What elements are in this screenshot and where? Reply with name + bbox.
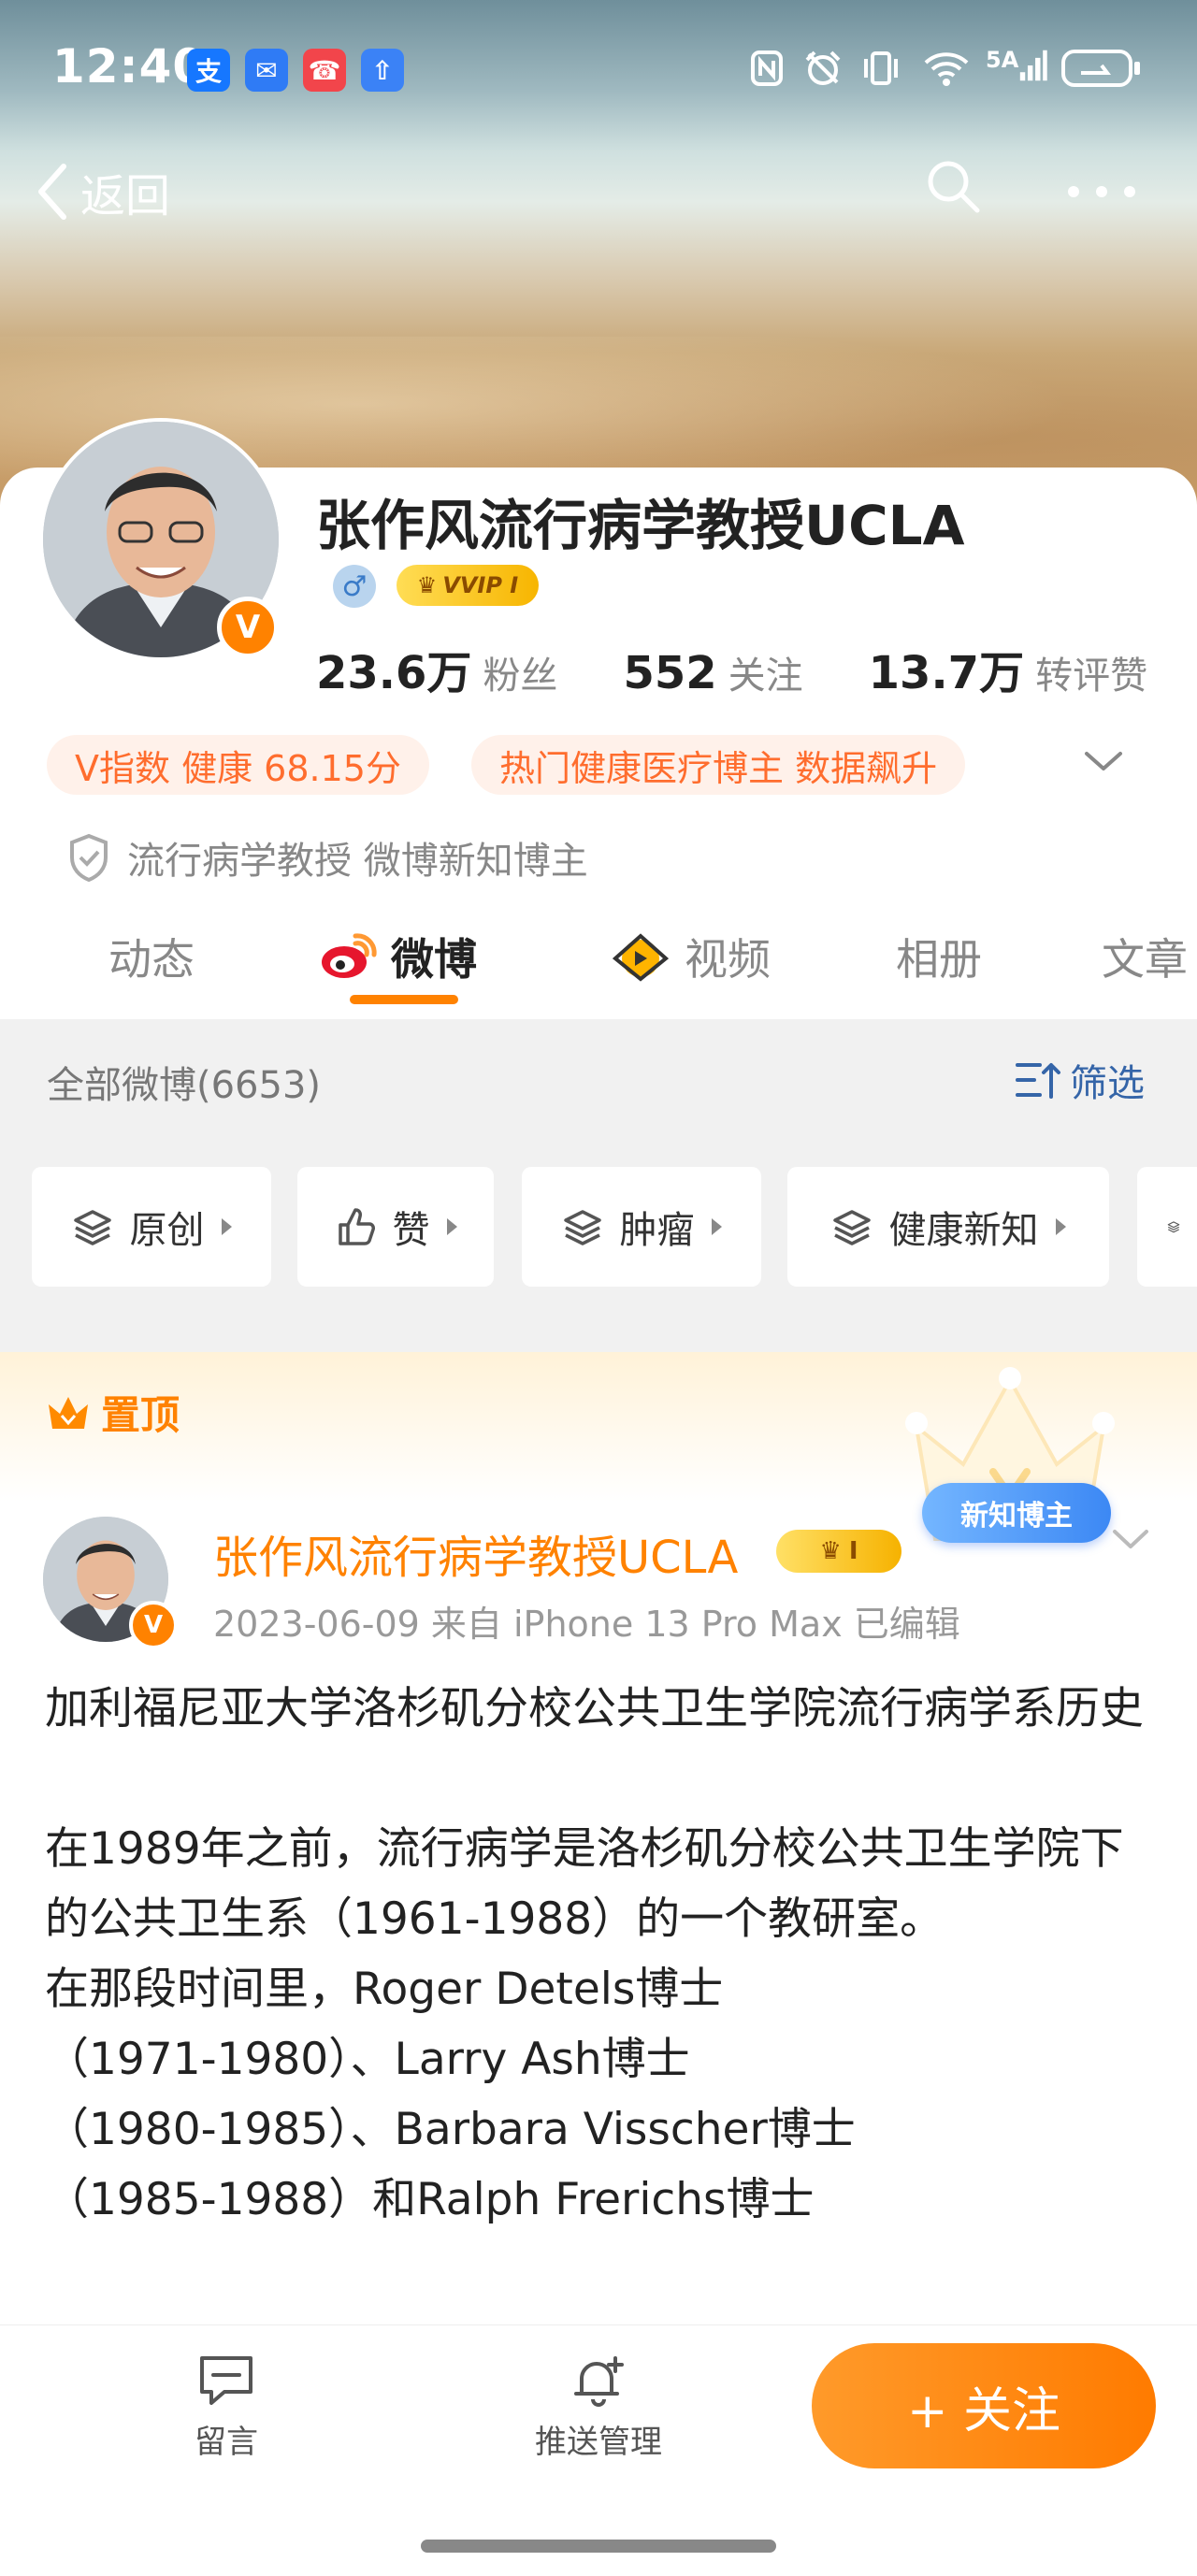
nfc-icon — [748, 47, 786, 90]
tab-album[interactable]: 相册 — [896, 926, 982, 987]
post-author-name[interactable]: 张作风流行病学教授UCLA — [213, 1520, 738, 1586]
interactions-stat[interactable]: 13.7万 转评赞 — [869, 636, 1147, 701]
crown-icon: ♛ — [819, 1537, 842, 1565]
shield-check-icon — [70, 833, 108, 882]
followers-stat[interactable]: 23.6万 粉丝 — [316, 636, 557, 701]
followers-count: 23.6万 — [316, 647, 472, 699]
tab-weibo[interactable]: 微博 — [318, 926, 477, 987]
layers-icon — [563, 1210, 601, 1245]
push-label: 推送管理 — [535, 2424, 662, 2461]
verification-text: 流行病学教授 微博新知博主 — [127, 840, 588, 883]
alarm-off-icon — [802, 47, 844, 90]
interactions-count: 13.7万 — [868, 647, 1025, 699]
missed-call-notification-icon: ☎ — [303, 49, 346, 92]
filter-chip-label: 原创 — [129, 1209, 205, 1252]
filter-chip-likes[interactable]: 赞 — [297, 1167, 494, 1287]
pinned-text: 置顶 — [101, 1392, 180, 1438]
post-author-level-badge: ♛ I — [776, 1530, 901, 1573]
filter-sort-icon — [1016, 1063, 1060, 1099]
filter-chip-tumor[interactable]: 肿瘤 — [522, 1167, 761, 1287]
profile-tabs: 动态 微博 视频 相册 文章 — [0, 898, 1197, 1019]
vibrate-icon — [860, 47, 901, 90]
vvip-badge[interactable]: ♛ VVIP I — [397, 565, 539, 606]
tab-video-label: 视频 — [685, 934, 771, 985]
profile-stats: 23.6万 粉丝 552 关注 13.7万 转评赞 — [316, 636, 1147, 699]
expand-arrow-icon — [221, 1218, 232, 1235]
filter-chip-label: 健康新知 — [888, 1209, 1039, 1252]
comment-label: 留言 — [195, 2424, 258, 2461]
filter-chip-more[interactable] — [1137, 1167, 1197, 1287]
comment-button[interactable]: 留言 — [133, 2353, 320, 2462]
wifi-icon — [922, 47, 971, 90]
hot-blogger-chip[interactable]: 热门健康医疗博主 数据飙升 — [471, 735, 966, 795]
search-icon[interactable] — [924, 157, 982, 215]
status-bar: 12:40 支 ✉ ☎ ⇧ 5A — [0, 0, 1197, 140]
cellular-signal-icon: 5A — [986, 47, 1047, 90]
filter-button[interactable]: 筛选 — [1014, 1053, 1145, 1107]
following-label: 关注 — [728, 655, 803, 698]
post-verified-badge: V — [129, 1601, 178, 1649]
following-count: 552 — [623, 647, 717, 699]
filter-chip-health-knowledge[interactable]: 健康新知 — [787, 1167, 1109, 1287]
tab-video[interactable]: 视频 — [608, 926, 771, 987]
message-bubble-icon — [200, 2356, 252, 2405]
follow-button[interactable]: + 关注 — [812, 2343, 1156, 2468]
pinned-label: 置顶 — [45, 1384, 180, 1441]
push-management-button[interactable]: 推送管理 — [505, 2353, 692, 2462]
layers-icon — [832, 1210, 871, 1245]
video-play-icon — [612, 933, 670, 982]
back-label: 返回 — [80, 170, 171, 223]
followers-label: 粉丝 — [483, 655, 558, 698]
filter-chip-label: 肿瘤 — [619, 1209, 695, 1252]
following-stat[interactable]: 552 关注 — [623, 645, 802, 699]
verification-info: 流行病学教授 微博新知博主 — [67, 830, 588, 885]
bell-plus-icon — [574, 2356, 624, 2407]
expand-arrow-icon — [711, 1218, 722, 1235]
crown-icon — [49, 1396, 88, 1429]
more-options-icon[interactable] — [1064, 182, 1139, 201]
tab-weibo-label: 微博 — [391, 934, 477, 985]
expand-arrow-icon — [1055, 1218, 1066, 1235]
upload-notification-icon: ⇧ — [361, 49, 404, 92]
battery-icon — [1059, 47, 1145, 90]
filter-chip-label: 赞 — [392, 1209, 430, 1252]
layers-icon — [1167, 1221, 1180, 1233]
expand-arrow-icon — [446, 1218, 457, 1235]
male-gender-icon: ♂ — [333, 565, 376, 608]
status-time: 12:40 — [52, 39, 207, 94]
thumbs-up-icon — [338, 1208, 375, 1245]
new-knowledge-blogger-badge: 新知博主 — [922, 1483, 1111, 1543]
back-button[interactable]: 返回 — [34, 159, 170, 224]
network-type-label: 5A — [986, 47, 1019, 73]
chevron-down-icon[interactable] — [1075, 739, 1132, 785]
weibo-logo-icon — [322, 933, 377, 978]
tab-dynamic[interactable]: 动态 — [108, 926, 195, 987]
layers-icon — [73, 1210, 111, 1245]
filter-label: 筛选 — [1070, 1062, 1145, 1105]
tab-articles[interactable]: 文章 — [1102, 926, 1188, 987]
post-options-chevron-icon[interactable] — [1107, 1520, 1154, 1558]
post-body-text[interactable]: 加利福尼亚大学洛杉矶分校公共卫生学院流行病学系历史 在1989年之前，流行病学是… — [45, 1674, 1158, 2328]
all-posts-count: 全部微博(6653) — [47, 1064, 322, 1107]
interactions-label: 转评赞 — [1035, 655, 1148, 698]
home-indicator[interactable] — [421, 2540, 776, 2553]
filter-chip-original[interactable]: 原创 — [32, 1167, 271, 1287]
chevron-left-icon — [38, 164, 66, 220]
alipay-notification-icon: 支 — [187, 49, 230, 92]
v-index-chip[interactable]: V指数 健康 68.15分 — [47, 735, 429, 795]
post-meta: 2023-06-09 来自 iPhone 13 Pro Max 已编辑 — [213, 1604, 960, 1645]
profile-name: 张作风流行病学教授UCLA — [316, 494, 965, 557]
crown-icon: ♛ — [416, 572, 438, 598]
vvip-label: VVIP I — [442, 572, 519, 598]
level-label: I — [848, 1537, 858, 1565]
message-notification-icon: ✉ — [245, 49, 288, 92]
verified-badge: V — [217, 597, 279, 658]
active-tab-indicator — [350, 995, 458, 1004]
